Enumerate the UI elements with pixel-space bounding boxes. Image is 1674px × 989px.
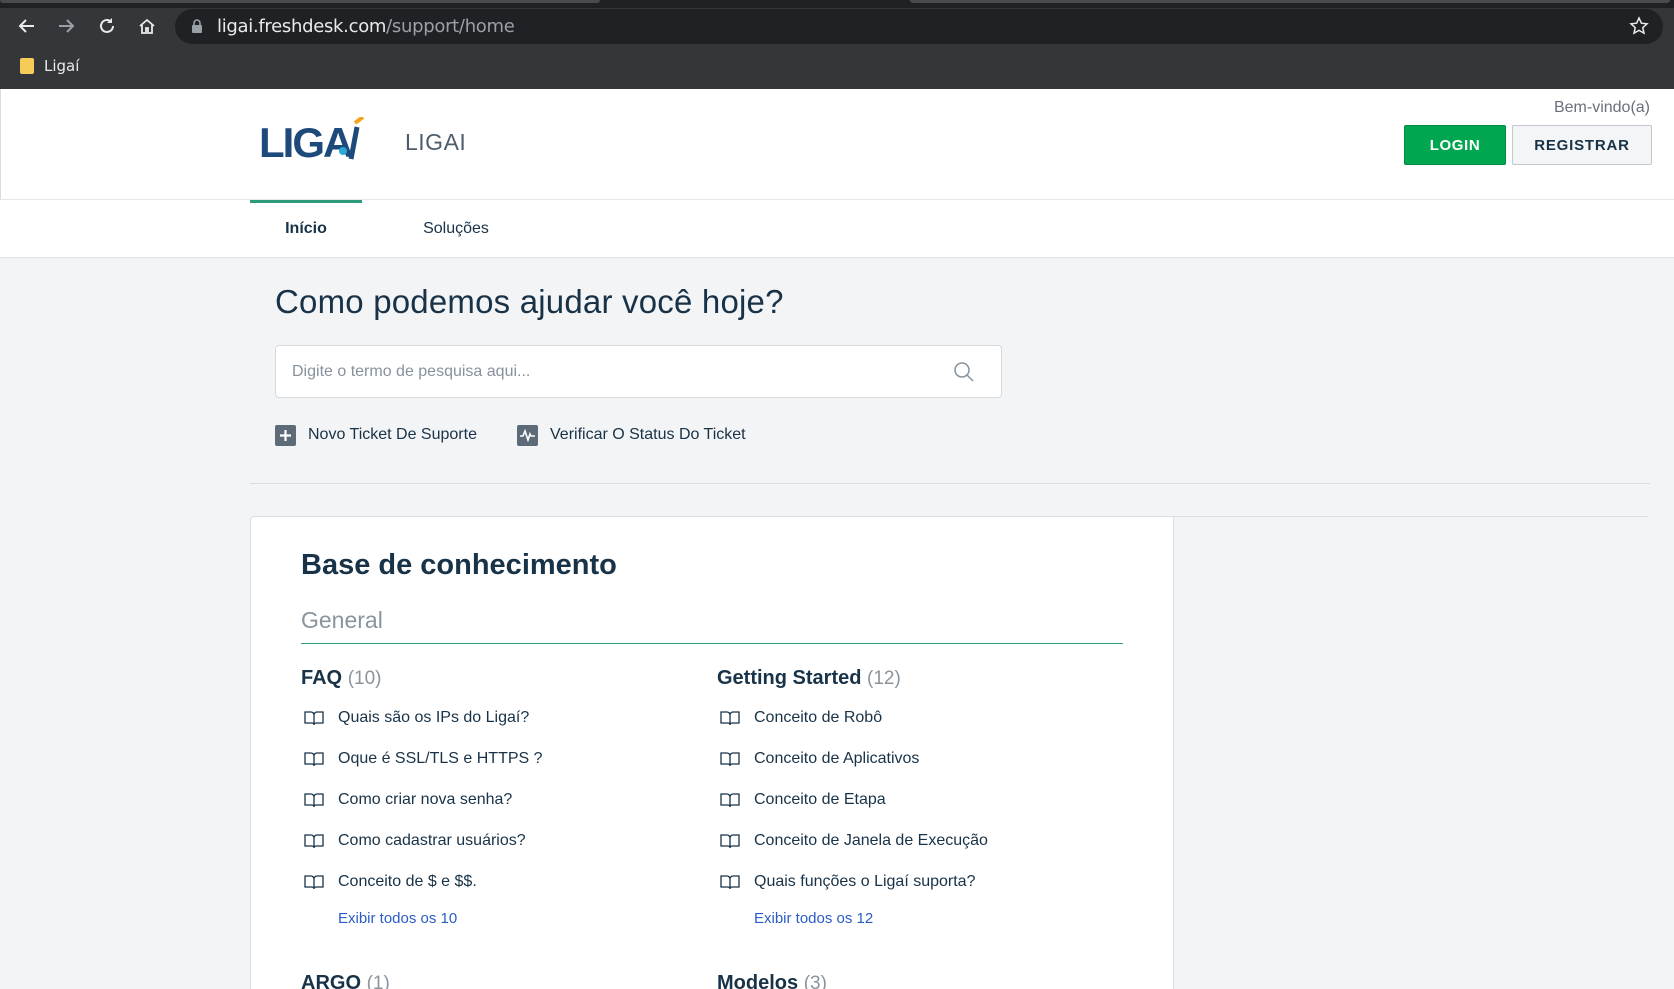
view-all-link[interactable]: Exibir todos os 10	[338, 910, 701, 934]
folder-title[interactable]: FAQ (10)	[301, 667, 701, 697]
svg-text:LIGA: LIGA	[259, 119, 353, 166]
ligai-logo[interactable]: LIGA	[259, 117, 369, 167]
address-bar[interactable]: ligai.freshdesk.com/support/home	[175, 9, 1663, 44]
kb-title: Base de conhecimento	[301, 549, 617, 581]
register-button[interactable]: REGISTRAR	[1512, 125, 1652, 165]
bookmark-star-icon[interactable]	[1629, 16, 1649, 36]
article-link[interactable]: Conceito de Robô	[717, 697, 1117, 738]
search-input[interactable]	[292, 346, 932, 397]
bookmark-ligai[interactable]: Ligaí	[20, 57, 79, 75]
article-link[interactable]: Como criar nova senha?	[301, 779, 701, 820]
hero-title: Como podemos ajudar você hoje?	[275, 283, 784, 320]
book-icon	[720, 833, 740, 848]
article-link[interactable]: Quais são os IPs do Ligaí?	[301, 697, 701, 738]
pulse-icon	[517, 424, 538, 446]
check-status-link[interactable]: Verificar O Status Do Ticket	[517, 424, 746, 446]
article-link[interactable]: Quais funções o Ligaí suporta?	[717, 861, 1117, 902]
portal-name[interactable]: LIGAI	[405, 129, 466, 156]
book-icon	[720, 751, 740, 766]
article-link[interactable]: Oque é SSL/TLS e HTTPS ?	[301, 738, 701, 779]
portal-tabs: Início Soluções	[0, 200, 1674, 258]
folder-argo[interactable]: ARGO (1)	[301, 972, 390, 989]
book-icon	[304, 710, 324, 725]
welcome-text: Bem-vindo(a)	[1553, 99, 1650, 116]
knowledge-base-card: Base de conhecimento General FAQ (10) Qu…	[250, 516, 1650, 989]
book-icon	[304, 833, 324, 848]
url-text: ligai.freshdesk.com/support/home	[217, 16, 515, 37]
article-link[interactable]: Conceito de Janela de Execução	[717, 820, 1117, 861]
folder-getting-started: Getting Started (12) Conceito de Robô Co…	[717, 667, 1117, 934]
article-link[interactable]: Conceito de $ e $$.	[301, 861, 701, 902]
search-box	[275, 345, 1002, 398]
forward-icon[interactable]	[52, 12, 80, 40]
login-button[interactable]: LOGIN	[1404, 125, 1506, 165]
book-icon	[720, 710, 740, 725]
tab-solucoes[interactable]: Soluções	[404, 200, 508, 258]
view-all-link[interactable]: Exibir todos os 12	[754, 910, 1117, 934]
article-link[interactable]: Conceito de Etapa	[717, 779, 1117, 820]
book-icon	[304, 792, 324, 807]
new-ticket-label: Novo Ticket De Suporte	[308, 426, 477, 443]
article-link[interactable]: Conceito de Aplicativos	[717, 738, 1117, 779]
lock-icon	[192, 19, 202, 33]
kb-category[interactable]: General	[301, 607, 1123, 644]
book-icon	[304, 751, 324, 766]
search-icon[interactable]	[953, 361, 975, 383]
divider	[250, 483, 1650, 484]
back-icon[interactable]	[13, 12, 41, 40]
browser-chrome: ligai.freshdesk.com/support/home Ligaí	[0, 0, 1674, 89]
tab-inicio[interactable]: Início	[250, 200, 362, 258]
folder-modelos[interactable]: Modelos (3)	[717, 972, 827, 989]
bookmark-label: Ligaí	[44, 57, 80, 75]
reload-icon[interactable]	[93, 12, 121, 40]
folder-faq: FAQ (10) Quais são os IPs do Ligaí? Oque…	[301, 667, 701, 934]
folder-icon	[20, 58, 34, 74]
portal-header: LIGA LIGAI Bem-vindo(a) LOGIN REGISTRAR	[0, 89, 1674, 200]
book-icon	[720, 874, 740, 889]
article-link[interactable]: Como cadastrar usuários?	[301, 820, 701, 861]
book-icon	[304, 874, 324, 889]
book-icon	[720, 792, 740, 807]
tab-strip	[0, 0, 1674, 8]
check-status-label: Verificar O Status Do Ticket	[550, 426, 746, 443]
folder-title[interactable]: Getting Started (12)	[717, 667, 1117, 697]
home-icon[interactable]	[133, 12, 161, 40]
sidebar-column	[1173, 517, 1650, 989]
new-ticket-link[interactable]: Novo Ticket De Suporte	[275, 424, 477, 446]
plus-square-icon	[275, 424, 296, 446]
